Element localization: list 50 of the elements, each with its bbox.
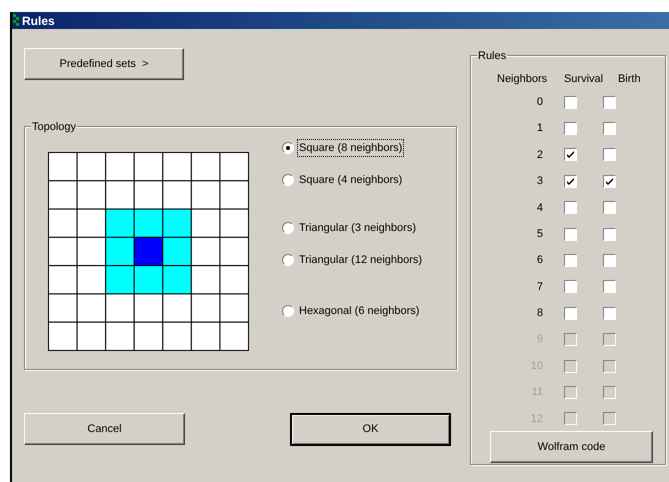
checkbox[interactable] bbox=[564, 280, 577, 294]
wolfram-code-button[interactable]: Wolfram code bbox=[490, 431, 653, 464]
radio-label[interactable]: Triangular (12 neighbors) bbox=[298, 252, 424, 268]
neighbor-count: 4 bbox=[536, 200, 543, 216]
column-header: Birth bbox=[618, 73, 641, 85]
checkbox[interactable] bbox=[603, 280, 616, 294]
app-icon bbox=[13, 14, 19, 28]
checkbox[interactable] bbox=[603, 306, 616, 320]
checkbox[interactable] bbox=[603, 96, 616, 109]
neighbor-count: 3 bbox=[536, 174, 543, 190]
checkbox[interactable] bbox=[564, 306, 577, 320]
checkbox[interactable] bbox=[564, 174, 577, 188]
radio-button[interactable] bbox=[282, 254, 294, 266]
radio-label[interactable]: Square (4 neighbors) bbox=[298, 172, 404, 188]
checkbox[interactable] bbox=[603, 122, 616, 136]
radio-button[interactable] bbox=[282, 174, 294, 186]
checkbox[interactable] bbox=[564, 96, 577, 109]
checkbox[interactable] bbox=[603, 228, 616, 241]
checkbox[interactable] bbox=[564, 254, 577, 268]
neighbor-count: 1 bbox=[536, 121, 543, 136]
radio-button[interactable] bbox=[282, 142, 294, 154]
radio-label[interactable]: Square (8 neighbors) bbox=[298, 140, 404, 156]
neighbor-count: 6 bbox=[536, 253, 543, 268]
check-icon bbox=[567, 178, 574, 185]
checkbox[interactable] bbox=[564, 122, 577, 136]
checkbox[interactable] bbox=[564, 201, 577, 214]
column-header: Neighbors bbox=[497, 73, 548, 85]
cancel-button[interactable]: Cancel bbox=[24, 413, 185, 445]
checkbox[interactable] bbox=[603, 201, 616, 214]
checkbox[interactable] bbox=[603, 254, 616, 268]
group-title: Topology bbox=[31, 119, 78, 136]
radio-label[interactable]: Hexagonal (6 neighbors) bbox=[298, 302, 420, 320]
radio-button[interactable] bbox=[282, 222, 294, 234]
check-icon bbox=[606, 178, 613, 185]
ok-button[interactable]: OK bbox=[290, 413, 451, 446]
neighbor-count: 8 bbox=[536, 306, 543, 322]
checkbox[interactable] bbox=[564, 148, 577, 162]
checkbox[interactable] bbox=[564, 228, 577, 241]
check-icon bbox=[567, 151, 574, 158]
predefined-sets-button[interactable]: Predefined sets > bbox=[24, 48, 184, 80]
radio-button[interactable] bbox=[282, 305, 294, 317]
neighbor-count: 2 bbox=[536, 148, 543, 163]
neighbor-count: 0 bbox=[536, 94, 543, 110]
column-header: Survival bbox=[564, 73, 604, 85]
checkbox[interactable] bbox=[603, 174, 616, 188]
radio-label[interactable]: Triangular (3 neighbors) bbox=[298, 220, 417, 236]
checkbox[interactable] bbox=[603, 148, 616, 162]
neighbor-count: 5 bbox=[536, 226, 543, 242]
neighbor-count: 7 bbox=[536, 280, 543, 295]
window-title: Rules bbox=[22, 12, 55, 30]
